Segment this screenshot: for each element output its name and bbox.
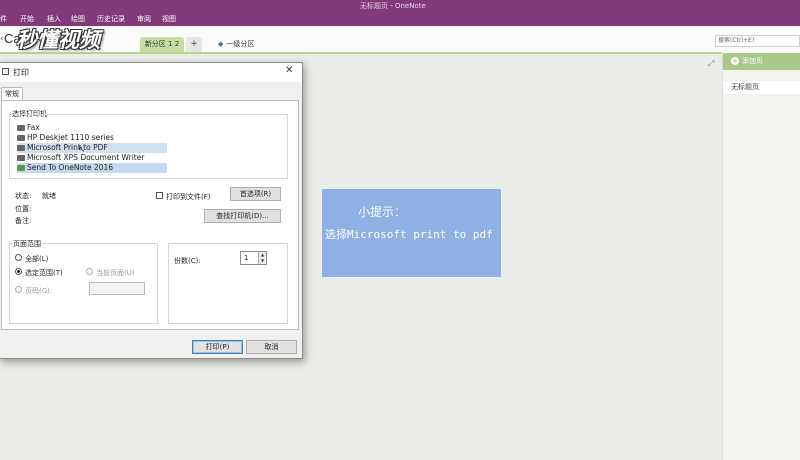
comment-label: 备注: — [15, 217, 32, 225]
printer-item-pdf[interactable]: Microsoft Print to PDF — [17, 143, 167, 153]
section-tab-active[interactable]: 新分区 1 2 — [140, 37, 184, 53]
printer-name: HP Deskjet 1110 series — [27, 133, 114, 142]
printer-name: Microsoft XPS Document Writer — [27, 153, 145, 162]
plus-icon: + — [731, 57, 739, 65]
ribbon-tabs: 件 开始 插入 绘图 历史记录 审阅 视图 — [0, 12, 800, 26]
page-pane: + 添加页 无标题页 — [722, 53, 800, 460]
printer-name: Microsoft Print to PDF — [27, 143, 108, 152]
dialog-tabstrip: 常规 — [0, 87, 302, 101]
title-bar: 无标题页 - OneNote — [0, 0, 800, 12]
printer-name: Send To OneNote 2016 — [27, 163, 114, 172]
cancel-button[interactable]: 取消 — [246, 340, 297, 354]
tip-box: 小提示： 选择Microsoft print to pdf — [322, 189, 501, 277]
range-selection-radio[interactable] — [15, 268, 22, 275]
copies-stepper[interactable]: 1 ▲ ▼ — [240, 251, 267, 265]
print-button[interactable]: 打印(P) — [192, 340, 243, 354]
printer-icon — [17, 125, 25, 131]
tip-text: 选择Microsoft print to pdf — [325, 228, 493, 241]
copies-value: 1 — [244, 254, 249, 262]
range-selection-label: 选定范围(T) — [25, 269, 63, 277]
range-all-radio[interactable] — [15, 254, 22, 261]
page-range-title: 页面范围 — [12, 239, 42, 249]
ribbon-tab-review[interactable]: 审阅 — [137, 13, 151, 25]
printer-item-hp[interactable]: HP Deskjet 1110 series — [17, 133, 167, 143]
close-icon[interactable]: ✕ — [285, 65, 293, 76]
window-title: 无标题页 - OneNote — [360, 2, 426, 10]
tip-title: 小提示： — [358, 205, 407, 219]
dialog-title-bar: 打印 ✕ — [0, 63, 302, 82]
section-divider — [0, 52, 722, 54]
ribbon-tab-view[interactable]: 视图 — [162, 13, 176, 25]
preferences-button[interactable]: 首选项(R) — [230, 187, 281, 201]
print-to-file-checkbox[interactable] — [156, 192, 163, 199]
printer-icon — [17, 145, 25, 151]
section-group[interactable]: ◆ 一级分区 — [218, 37, 254, 51]
watermark-logo: 秒懂视频 — [16, 28, 100, 52]
printer-icon — [17, 155, 25, 161]
notebook-bar: ‹ Ca — [0, 26, 800, 53]
location-label: 位置: — [15, 205, 32, 213]
section-group-label: 一级分区 — [226, 40, 255, 48]
tab-general[interactable]: 常规 — [1, 87, 23, 101]
printer-item-xps[interactable]: Microsoft XPS Document Writer — [17, 153, 167, 163]
range-all-label: 全部(L) — [25, 255, 49, 263]
range-pages-radio[interactable] — [15, 286, 22, 293]
expand-icon[interactable]: ⤢ — [708, 59, 714, 69]
find-printer-button[interactable]: 查找打印机(D)... — [204, 209, 281, 223]
spinner-arrows-icon[interactable]: ▲ ▼ — [258, 252, 266, 264]
printer-name: Fax — [27, 123, 40, 132]
printer-list[interactable]: Fax HP Deskjet 1110 series Microsoft Pri… — [17, 123, 167, 173]
add-page-button[interactable]: + 添加页 — [723, 53, 800, 70]
add-page-label: 添加页 — [742, 57, 763, 65]
dialog-title: 打印 — [13, 68, 29, 77]
printer-icon — [17, 165, 25, 171]
ribbon-tab-history[interactable]: 历史记录 — [97, 13, 125, 25]
status-value: 就绪 — [42, 192, 56, 200]
mouse-cursor-icon: ↖ — [78, 145, 86, 155]
printer-icon — [2, 68, 9, 75]
printer-icon — [17, 135, 25, 141]
pages-input[interactable] — [89, 282, 145, 295]
add-section-button[interactable]: + — [186, 37, 202, 53]
ribbon-tab-file[interactable]: 件 — [0, 13, 7, 25]
printer-item-onenote[interactable]: Send To OneNote 2016 — [17, 163, 167, 173]
page-list-item[interactable]: 无标题页 — [723, 81, 800, 94]
range-pages-label: 页码(G): — [25, 287, 53, 295]
status-label: 状态: — [15, 192, 32, 200]
range-current-page-radio[interactable] — [86, 268, 93, 275]
printer-item-fax[interactable]: Fax — [17, 123, 167, 133]
section-group-icon: ◆ — [218, 40, 224, 48]
copies-label: 份数(C): — [174, 257, 201, 265]
search-input[interactable]: 搜索(Ctrl+E) — [715, 35, 800, 47]
print-to-file-label: 打印到文件(F) — [166, 193, 211, 201]
range-current-page-label: 当前页面(U) — [96, 269, 135, 277]
